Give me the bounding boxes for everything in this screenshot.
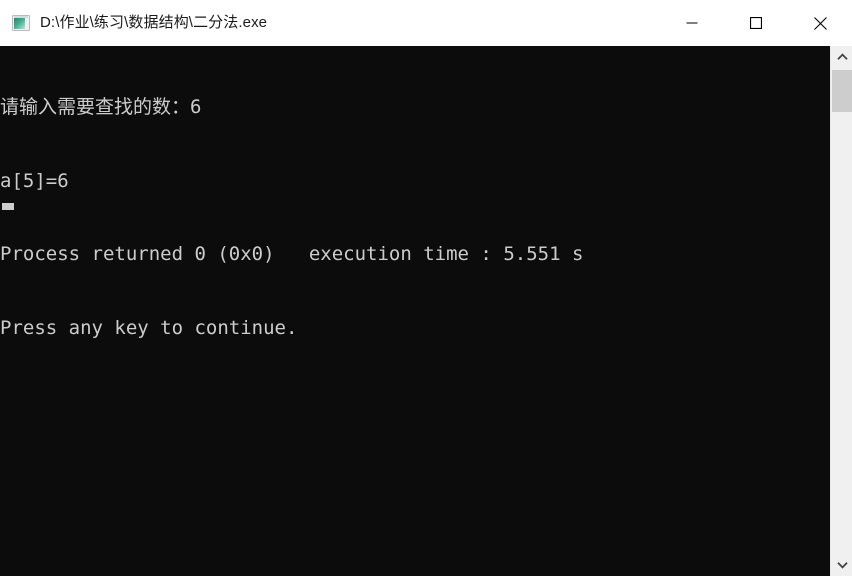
icon-screen-area <box>14 18 25 29</box>
console-line: Press any key to continue. <box>0 316 298 339</box>
console-window-icon <box>12 15 30 31</box>
close-button[interactable] <box>788 0 852 46</box>
window-title: D:\作业\练习\数据结构\二分法.exe <box>40 14 268 31</box>
console-output-area[interactable]: 请输入需要查找的数：6 a[5]=6 Process returned 0 (0… <box>0 46 830 576</box>
window-controls <box>660 0 852 46</box>
console-line: a[5]=6 <box>0 169 69 192</box>
minimize-icon <box>686 22 698 24</box>
chevron-up-icon <box>836 53 848 60</box>
vertical-scrollbar[interactable] <box>830 46 852 576</box>
scrollbar-thumb[interactable] <box>832 70 852 112</box>
minimize-button[interactable] <box>660 0 724 46</box>
console-text: 请输入需要查找的数：6 a[5]=6 Process returned 0 (0… <box>0 46 583 389</box>
chevron-down-icon <box>836 562 848 569</box>
close-icon <box>813 16 827 30</box>
console-line: 请输入需要查找的数：6 <box>0 96 202 118</box>
scrollbar-up-button[interactable] <box>831 46 852 68</box>
scrollbar-down-button[interactable] <box>831 554 852 576</box>
maximize-icon <box>750 17 762 29</box>
title-bar[interactable]: D:\作业\练习\数据结构\二分法.exe <box>0 0 852 46</box>
maximize-button[interactable] <box>724 0 788 46</box>
console-line: Process returned 0 (0x0) execution time … <box>0 243 584 265</box>
scrollbar-track[interactable] <box>831 68 852 554</box>
console-window: D:\作业\练习\数据结构\二分法.exe 请输入需要查找的数：6 a[5]=6… <box>0 0 852 576</box>
text-cursor <box>2 203 14 210</box>
